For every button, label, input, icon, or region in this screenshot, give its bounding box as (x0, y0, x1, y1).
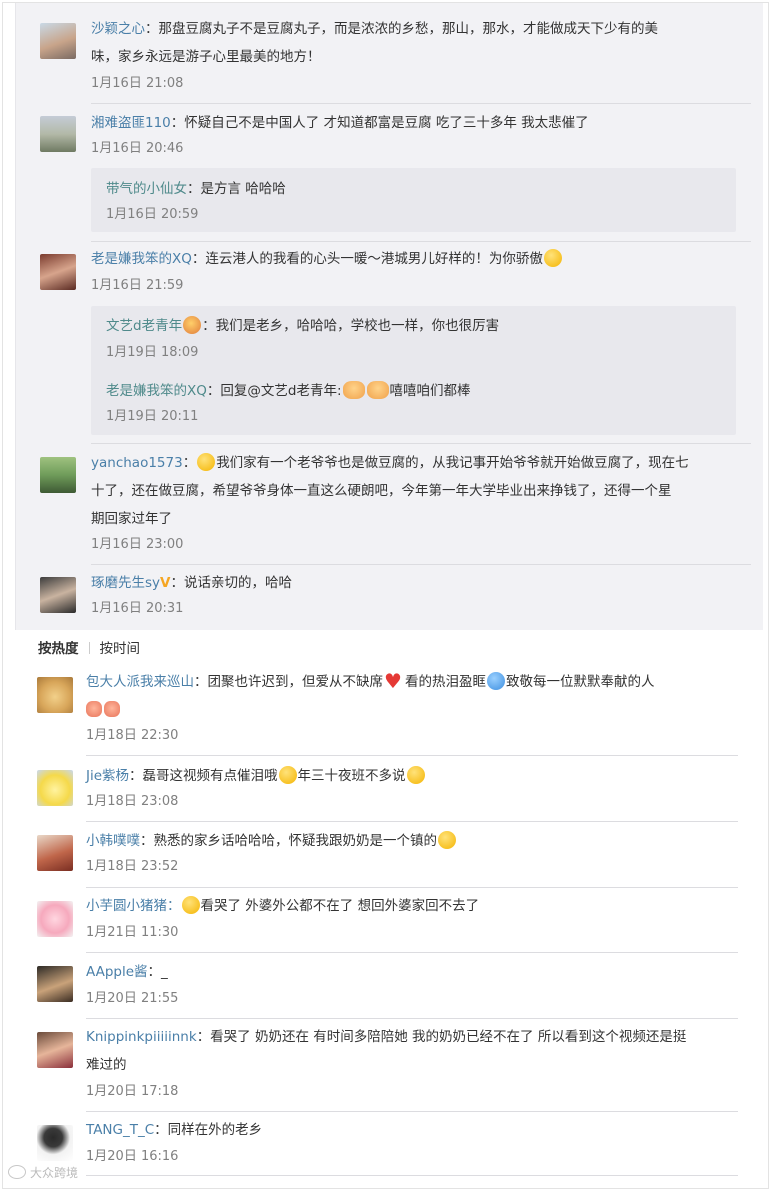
tab-time[interactable]: 按时间 (100, 641, 141, 657)
sticker-row (86, 697, 122, 723)
divider (86, 1111, 738, 1112)
divider (91, 241, 751, 242)
reply-text: 老是嫌我笨的XQ：连云港人的我看的心头一暖～港城男儿好样的！为你骄傲 (91, 246, 563, 272)
username-link[interactable]: 小芋圆小猪猪： (86, 898, 181, 914)
divider (86, 755, 738, 756)
avatar[interactable] (40, 116, 76, 152)
sticker-icon (86, 701, 102, 717)
tab-separator (88, 642, 90, 654)
avatar[interactable] (37, 770, 73, 806)
username-link[interactable]: Jie紫杨 (86, 768, 129, 784)
username-link[interactable]: 小韩噗噗 (86, 833, 140, 849)
username-link[interactable]: AApple酱 (86, 964, 148, 980)
emoji-face-icon (487, 672, 505, 690)
v-badge-icon: V (160, 575, 171, 591)
timestamp: 1月18日 23:08 (86, 794, 179, 809)
reply-text: yanchao1573： 我们家有一个老爷爷也是做豆腐的，从我记事开始爷爷就开始做… (91, 453, 689, 471)
sticker-icon (104, 701, 120, 717)
comment-text: Knippinkpiiiiinnk：看哭了 奶奶还在 有时间多陪陪她 我的奶奶已… (86, 1029, 687, 1045)
comment-text: Jie紫杨：磊哥这视频有点催泪哦 年三十夜班不多说 (86, 763, 426, 789)
reply-text: 湘难盗匪110：怀疑自己不是中国人了 才知道都富是豆腐 吃了三十多年 我太悲催了 (91, 115, 589, 131)
timestamp: 1月20日 21:55 (86, 991, 179, 1006)
comment-text: 小韩噗噗：熟悉的家乡话哈哈哈，怀疑我跟奶奶是一个镇的 (86, 828, 457, 854)
divider (86, 952, 738, 953)
comment-text: 小芋圆小猪猪： 看哭了 外婆外公都不在了 想回外婆家回不去了 (86, 896, 480, 914)
avatar[interactable] (37, 966, 73, 1002)
timestamp: 1月20日 16:16 (86, 1149, 179, 1164)
timestamp: 1月16日 21:59 (91, 278, 184, 293)
replies-section: 沙颖之心：那盘豆腐丸子不是豆腐丸子，而是浓浓的乡愁，那山，那水，才能做成天下少有… (15, 3, 763, 630)
username-link[interactable]: 带气的小仙女 (106, 181, 187, 197)
timestamp: 1月18日 22:30 (86, 728, 179, 743)
emoji-face-icon (197, 453, 216, 471)
reply-text-cont: 味，家乡永远是游子心里最美的地方！ (91, 49, 321, 65)
emoji-face-icon (406, 766, 425, 784)
timestamp: 1月16日 20:46 (91, 141, 184, 156)
reply-text-cont: 十了，还在做豆腐，希望爷爷身体一直这么硬朗吧，今年第一年大学毕业出来挣钱了，还得… (91, 483, 672, 499)
fist-bump-icon (366, 381, 389, 399)
username-link[interactable]: 湘难盗匪110 (91, 115, 171, 131)
divider (91, 103, 751, 104)
emoji-face-icon (181, 896, 200, 914)
divider (86, 887, 738, 888)
comment-panel: 沙颖之心：那盘豆腐丸子不是豆腐丸子，而是浓浓的乡愁，那山，那水，才能做成天下少有… (2, 2, 769, 1189)
avatar[interactable] (37, 901, 73, 937)
timestamp: 1月18日 23:52 (86, 859, 179, 874)
timestamp: 1月16日 20:31 (91, 601, 184, 616)
timestamp: 1月20日 17:18 (86, 1084, 179, 1099)
comment-text: AApple酱：_ (86, 964, 168, 980)
divider (91, 443, 751, 444)
username-link[interactable]: 文艺d老青年 (106, 318, 182, 334)
reply-text-cont: 期回家过年了 (91, 511, 172, 527)
username-link[interactable]: TANG_T_C (86, 1122, 154, 1138)
username-link[interactable]: 包大人派我来巡山 (86, 674, 194, 690)
emoji-face-icon (543, 249, 562, 267)
username-link[interactable]: 老是嫌我笨的XQ (106, 383, 207, 399)
reply-text: 琢磨先生syV：说话亲切的，哈哈 (91, 575, 292, 591)
sort-tabs: 按热度 按时间 (38, 639, 140, 659)
divider (86, 1018, 738, 1019)
avatar[interactable] (40, 254, 76, 290)
avatar[interactable] (37, 1032, 73, 1068)
comment-text: 包大人派我来巡山：团聚也许迟到，但爱从不缺席看的热泪盈眶致敬每一位默默奉献的人 (86, 669, 655, 695)
emoji-face-icon (278, 766, 297, 784)
username-link[interactable]: 琢磨先生sy (91, 575, 160, 591)
emoji-face-icon (183, 316, 202, 334)
username-link[interactable]: Knippinkpiiiiinnk (86, 1029, 197, 1045)
comment-text: TANG_T_C：同样在外的老乡 (86, 1122, 263, 1138)
timestamp: 1月19日 18:09 (106, 345, 199, 360)
tab-hot[interactable]: 按热度 (38, 641, 79, 657)
fist-bump-icon (342, 381, 365, 399)
avatar[interactable] (37, 835, 73, 871)
avatar[interactable] (37, 677, 73, 713)
username-link[interactable]: yanchao1573 (91, 455, 183, 471)
nested-reply-text: 文艺d老青年 ：我们是老乡，哈哈哈，学校也一样，你也很厉害 (106, 316, 500, 334)
logo-icon (8, 1165, 26, 1179)
timestamp: 1月16日 20:59 (106, 207, 199, 222)
timestamp: 1月19日 20:11 (106, 409, 199, 424)
timestamp: 1月21日 11:30 (86, 925, 179, 940)
username-link[interactable]: 沙颖之心 (91, 21, 145, 37)
watermark: 大众跨境 (8, 1163, 78, 1183)
comment-text-cont: 难过的 (86, 1057, 127, 1073)
divider (86, 1175, 738, 1176)
username-link[interactable]: 老是嫌我笨的XQ (91, 251, 192, 267)
reply-text: 沙颖之心：那盘豆腐丸子不是豆腐丸子，而是浓浓的乡愁，那山，那水，才能做成天下少有… (91, 21, 658, 37)
timestamp: 1月16日 23:00 (91, 537, 184, 552)
nested-reply-text: 老是嫌我笨的XQ：回复@文艺d老青年: 嘻嘻咱们都棒 (106, 381, 471, 399)
nested-reply-text: 带气的小仙女：是方言 哈哈哈 (106, 181, 286, 197)
avatar[interactable] (40, 577, 76, 613)
heart-icon (384, 672, 404, 690)
avatar[interactable] (37, 1125, 73, 1161)
timestamp: 1月16日 21:08 (91, 76, 184, 91)
avatar[interactable] (40, 23, 76, 59)
emoji-face-icon (438, 831, 456, 849)
avatar[interactable] (40, 457, 76, 493)
divider (91, 564, 751, 565)
divider (86, 821, 738, 822)
